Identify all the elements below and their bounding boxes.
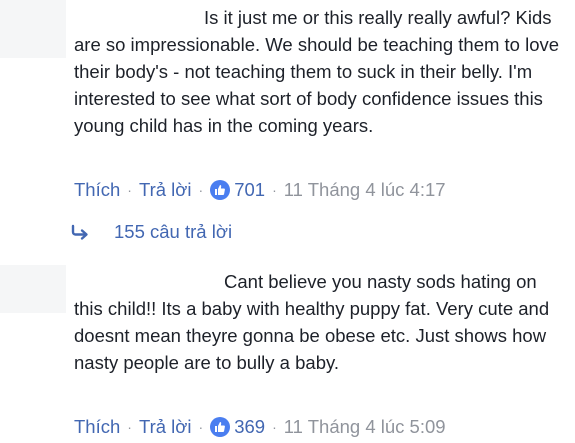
comment-1: Is it just me or this really really awfu… xyxy=(0,0,575,212)
reply-button[interactable]: Trả lời xyxy=(139,416,192,438)
separator: · xyxy=(272,182,277,198)
comment-actions: Thích · Trả lời · 701 · 11 Tháng 4 lúc 4… xyxy=(74,179,446,201)
thumbs-up-icon[interactable] xyxy=(210,417,231,437)
like-count[interactable]: 701 xyxy=(234,179,265,201)
reply-button[interactable]: Trả lời xyxy=(139,179,192,201)
comment-text: Cant believe you nasty sods hating on th… xyxy=(74,271,555,373)
comment-text: Is it just me or this really really awfu… xyxy=(74,7,565,136)
separator: · xyxy=(198,419,204,435)
like-count[interactable]: 369 xyxy=(234,416,265,438)
thumbs-up-icon[interactable] xyxy=(210,180,231,200)
replies-count-label[interactable]: 155 câu trả lời xyxy=(114,221,232,243)
like-button[interactable]: Thích xyxy=(74,179,120,201)
view-replies-link[interactable]: 155 câu trả lời xyxy=(70,221,232,243)
avatar[interactable] xyxy=(0,265,66,313)
separator: · xyxy=(127,419,132,435)
separator: · xyxy=(198,182,204,198)
avatar[interactable] xyxy=(0,0,66,58)
like-button[interactable]: Thích xyxy=(74,416,120,438)
separator: · xyxy=(272,419,277,435)
reply-arrow-icon xyxy=(71,224,88,240)
comment-actions: Thích · Trả lời · 369 · 11 Tháng 4 lúc 5… xyxy=(74,416,446,438)
separator: · xyxy=(127,182,132,198)
timestamp[interactable]: 11 Tháng 4 lúc 4:17 xyxy=(284,179,446,201)
timestamp[interactable]: 11 Tháng 4 lúc 5:09 xyxy=(284,416,446,438)
